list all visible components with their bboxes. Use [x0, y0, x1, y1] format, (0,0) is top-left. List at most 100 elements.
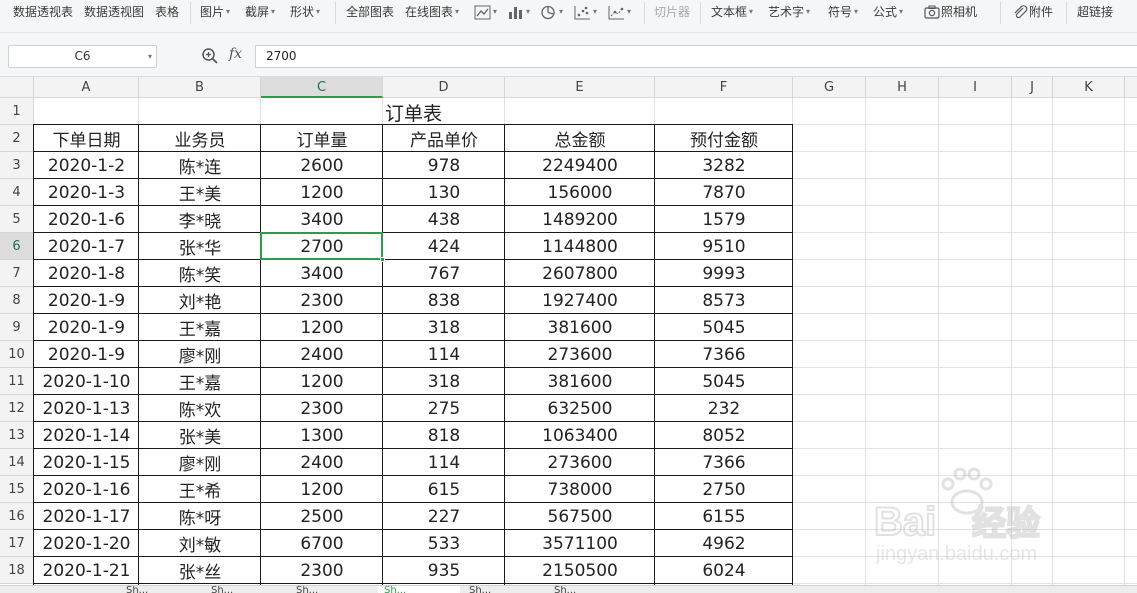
table-cell-c17[interactable]: 6700: [261, 530, 383, 557]
hyperlink-button[interactable]: 超链接: [1077, 3, 1113, 21]
sheet-tab[interactable]: Sh...: [205, 586, 287, 593]
column-header-j[interactable]: J: [1012, 77, 1053, 98]
formula-input[interactable]: 2700: [255, 45, 1137, 68]
table-cell-a5[interactable]: 2020-1-6: [34, 206, 139, 233]
row-header-3[interactable]: 3: [0, 152, 34, 179]
scatter-chart-button[interactable]: ▾: [574, 3, 597, 21]
screenshot-button[interactable]: 截屏 ▾: [245, 3, 275, 21]
table-cell-e6[interactable]: 1144800: [505, 233, 655, 260]
table-cell-c18[interactable]: 2300: [261, 557, 383, 584]
zoom-icon[interactable]: [201, 47, 219, 65]
column-header-e[interactable]: E: [505, 77, 655, 98]
table-cell-d15[interactable]: 615: [383, 476, 505, 503]
table-cell-f9[interactable]: 5045: [655, 314, 793, 341]
column-header-h[interactable]: H: [866, 77, 939, 98]
table-cell-b8[interactable]: 刘*艳: [139, 287, 261, 314]
table-cell-e3[interactable]: 2249400: [505, 152, 655, 179]
table-cell-c12[interactable]: 2300: [261, 395, 383, 422]
picture-button[interactable]: 图片 ▾: [200, 3, 230, 21]
table-cell-a8[interactable]: 2020-1-9: [34, 287, 139, 314]
table-cell-f12[interactable]: 232: [655, 395, 793, 422]
row-header-5[interactable]: 5: [0, 206, 34, 233]
table-cell-e16[interactable]: 567500: [505, 503, 655, 530]
sheet-tab[interactable]: Sh...: [548, 586, 630, 593]
row-header-8[interactable]: 8: [0, 287, 34, 314]
table-cell-d17[interactable]: 533: [383, 530, 505, 557]
table-header-cell[interactable]: 产品单价: [383, 125, 505, 152]
table-cell-e12[interactable]: 632500: [505, 395, 655, 422]
table-cell-a15[interactable]: 2020-1-16: [34, 476, 139, 503]
table-cell-f8[interactable]: 8573: [655, 287, 793, 314]
table-header-cell[interactable]: 下单日期: [34, 125, 139, 152]
table-cell-c14[interactable]: 2400: [261, 449, 383, 476]
table-cell-f7[interactable]: 9993: [655, 260, 793, 287]
table-cell-c15[interactable]: 1200: [261, 476, 383, 503]
column-header-b[interactable]: B: [139, 77, 261, 98]
shape-button[interactable]: 形状 ▾: [290, 3, 320, 21]
table-cell-b13[interactable]: 张*美: [139, 422, 261, 449]
other-chart-button[interactable]: ▾: [608, 3, 631, 21]
table-header-cell[interactable]: 订单量: [261, 125, 383, 152]
table-cell-f16[interactable]: 6155: [655, 503, 793, 530]
row-header-4[interactable]: 4: [0, 179, 34, 206]
column-header-a[interactable]: A: [34, 77, 139, 98]
wordart-button[interactable]: 艺术字 ▾: [768, 3, 810, 21]
row-header-7[interactable]: 7: [0, 260, 34, 287]
row-header-16[interactable]: 16: [0, 503, 34, 530]
table-cell-d9[interactable]: 318: [383, 314, 505, 341]
textbox-button[interactable]: 文本框 ▾: [711, 3, 753, 21]
table-cell-d13[interactable]: 818: [383, 422, 505, 449]
table-cell-b3[interactable]: 陈*连: [139, 152, 261, 179]
sheet-title-cell[interactable]: 订单表: [34, 98, 793, 125]
table-cell-c5[interactable]: 3400: [261, 206, 383, 233]
pivot-chart-button[interactable]: 数据透视图: [84, 3, 144, 21]
row-header-13[interactable]: 13: [0, 422, 34, 449]
table-cell-f13[interactable]: 8052: [655, 422, 793, 449]
table-cell-b18[interactable]: 张*丝: [139, 557, 261, 584]
table-cell-e4[interactable]: 156000: [505, 179, 655, 206]
table-cell-f11[interactable]: 5045: [655, 368, 793, 395]
bar-chart-button[interactable]: ▾: [507, 3, 530, 21]
table-cell-e14[interactable]: 273600: [505, 449, 655, 476]
sheet-tab[interactable]: Sh...: [290, 586, 372, 593]
table-cell-b4[interactable]: 王*美: [139, 179, 261, 206]
row-header-15[interactable]: 15: [0, 476, 34, 503]
table-cell-f4[interactable]: 7870: [655, 179, 793, 206]
table-cell-c9[interactable]: 1200: [261, 314, 383, 341]
column-header-k[interactable]: K: [1053, 77, 1125, 98]
table-cell-d12[interactable]: 275: [383, 395, 505, 422]
row-header-6[interactable]: 6: [0, 233, 34, 260]
table-cell-f17[interactable]: 4962: [655, 530, 793, 557]
table-cell-e10[interactable]: 273600: [505, 341, 655, 368]
column-header-d[interactable]: D: [383, 77, 505, 98]
table-cell-d8[interactable]: 838: [383, 287, 505, 314]
table-cell-a11[interactable]: 2020-1-10: [34, 368, 139, 395]
table-cell-b9[interactable]: 王*嘉: [139, 314, 261, 341]
table-cell-e15[interactable]: 738000: [505, 476, 655, 503]
column-header-i[interactable]: I: [939, 77, 1012, 98]
slicer-button[interactable]: 切片器: [654, 3, 690, 21]
table-cell-b6[interactable]: 张*华: [139, 233, 261, 260]
table-cell-b17[interactable]: 刘*敏: [139, 530, 261, 557]
table-cell-b10[interactable]: 廖*刚: [139, 341, 261, 368]
table-cell-a18[interactable]: 2020-1-21: [34, 557, 139, 584]
table-cell-c7[interactable]: 3400: [261, 260, 383, 287]
row-header-10[interactable]: 10: [0, 341, 34, 368]
row-header-1[interactable]: 1: [0, 98, 34, 125]
table-cell-e7[interactable]: 2607800: [505, 260, 655, 287]
column-header-c[interactable]: C: [261, 77, 383, 98]
table-cell-a13[interactable]: 2020-1-14: [34, 422, 139, 449]
table-cell-a4[interactable]: 2020-1-3: [34, 179, 139, 206]
table-cell-b16[interactable]: 陈*呀: [139, 503, 261, 530]
pie-chart-button[interactable]: ▾: [540, 3, 563, 21]
sheet-tab[interactable]: Sh...: [120, 586, 202, 593]
table-cell-a17[interactable]: 2020-1-20: [34, 530, 139, 557]
table-cell-f5[interactable]: 1579: [655, 206, 793, 233]
table-cell-c3[interactable]: 2600: [261, 152, 383, 179]
row-header-18[interactable]: 18: [0, 557, 34, 584]
table-header-cell[interactable]: 预付金额: [655, 125, 793, 152]
table-cell-d4[interactable]: 130: [383, 179, 505, 206]
table-cell-b14[interactable]: 廖*刚: [139, 449, 261, 476]
table-cell-e13[interactable]: 1063400: [505, 422, 655, 449]
table-cell-c16[interactable]: 2500: [261, 503, 383, 530]
